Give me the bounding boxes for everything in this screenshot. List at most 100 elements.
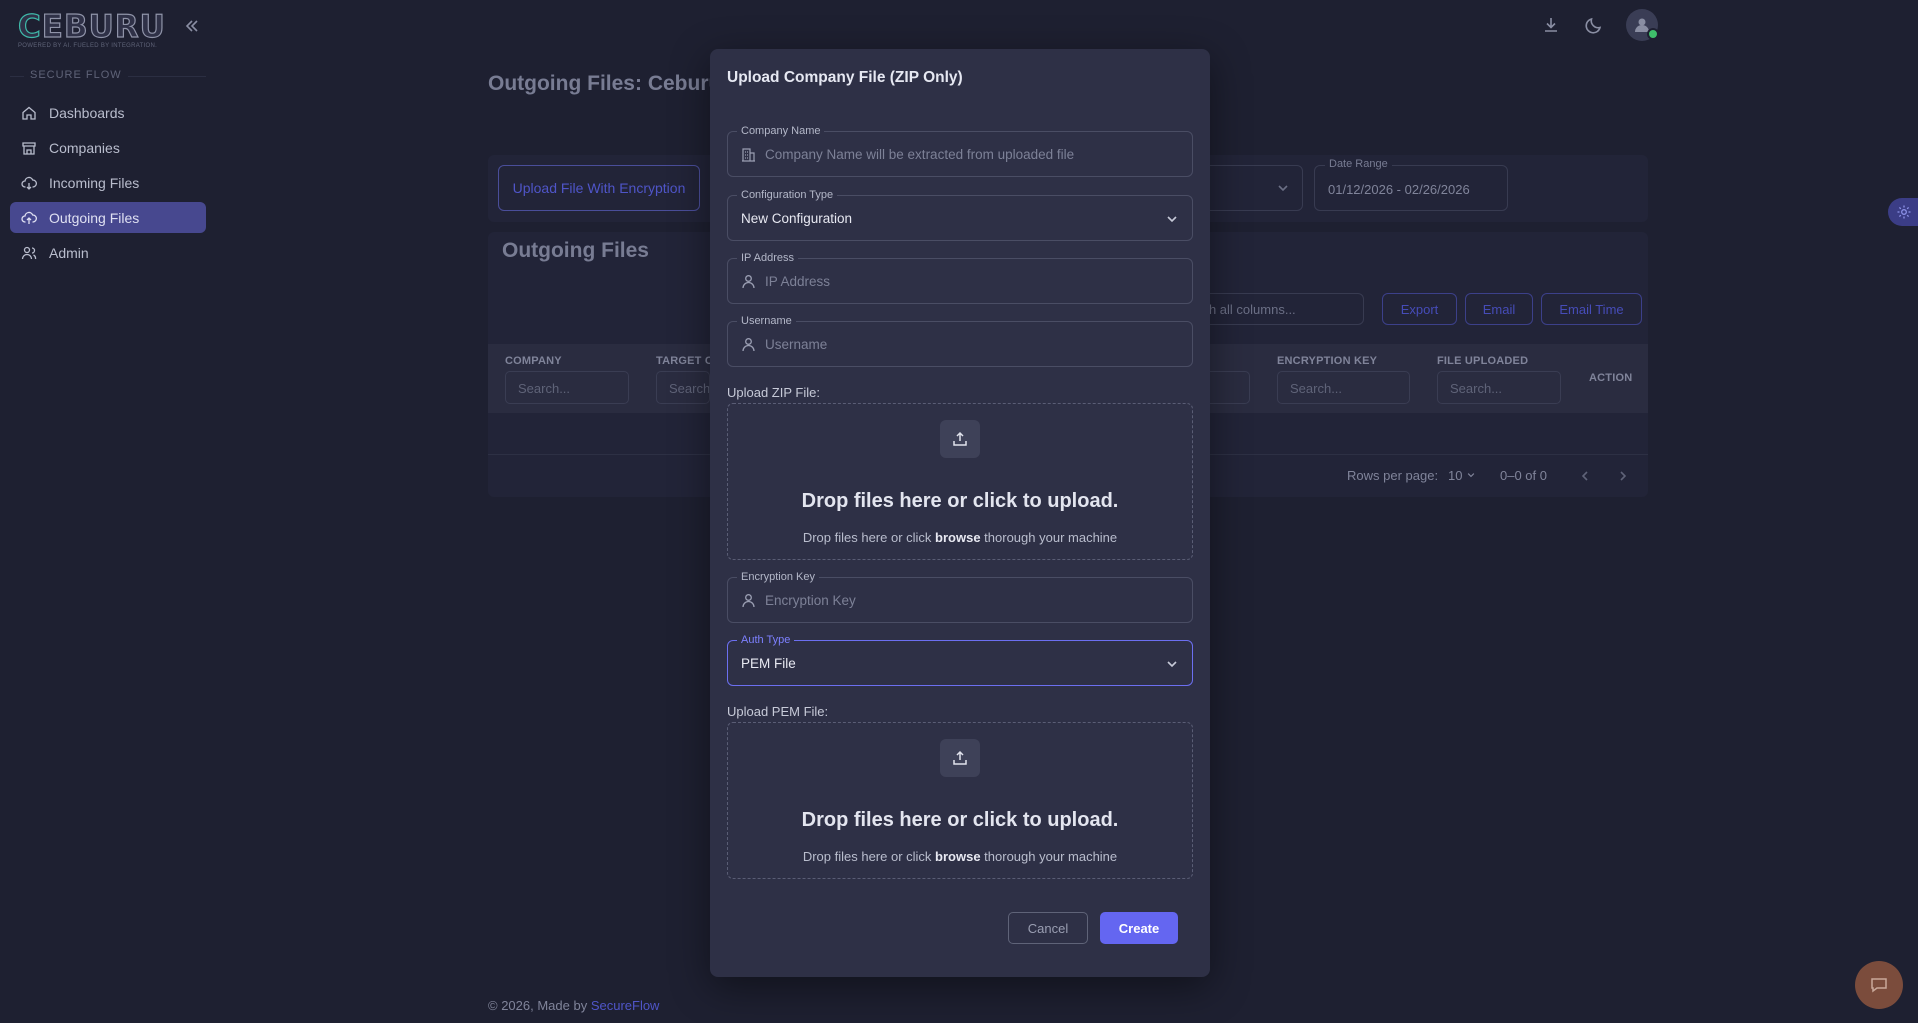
field-placeholder: Company Name will be extracted from uplo… [765,147,1075,162]
column-header-action: ACTION [1589,372,1633,384]
field-placeholder: IP Address [765,274,831,289]
dropzone-subtitle: Drop files here or click browse thorough… [728,530,1192,545]
encryption-key-search-input[interactable]: Search... [1277,371,1410,404]
auth-type-select[interactable]: Auth Type PEM File [727,633,1193,686]
chat-button[interactable] [1855,961,1903,1009]
pagination-count: 0–0 of 0 [1500,468,1547,483]
dropzone-subtitle-text: Drop files here or click [802,530,936,545]
download-icon[interactable] [1540,14,1562,36]
sidebar-item-admin[interactable]: Admin [10,237,206,268]
field-placeholder: Username [765,337,828,352]
upload-zip-label: Upload ZIP File: [727,385,820,400]
date-range-value: 01/12/2026 - 02/26/2026 [1328,182,1470,197]
sidebar-item-outgoing-files[interactable]: Outgoing Files [10,202,206,233]
sidebar-item-companies[interactable]: Companies [10,132,206,163]
date-range-label: Date Range [1325,158,1392,170]
field-value: PEM File [741,656,796,671]
search-all-columns-input[interactable]: Search all columns... [1186,293,1364,325]
field-placeholder: Encryption Key [765,593,856,608]
field-label: Company Name [737,124,825,138]
sidebar-item-dashboards[interactable]: Dashboards [10,97,206,128]
browse-link[interactable]: browse [935,530,981,545]
column-header-target[interactable]: TARGET C [656,355,713,367]
sidebar-item-incoming-files[interactable]: Incoming Files [10,167,206,198]
footer-link[interactable]: SecureFlow [591,998,660,1013]
field-label: Configuration Type [737,188,838,202]
rows-per-page-value: 10 [1448,468,1463,483]
date-range-field[interactable]: Date Range 01/12/2026 - 02/26/2026 [1314,158,1508,211]
sidebar-item-label: Dashboards [49,104,125,121]
cloud-upload-icon [21,211,37,224]
customizer-toggle[interactable] [1888,198,1918,226]
browse-link[interactable]: browse [935,849,981,864]
field-label: Auth Type [737,633,795,647]
upload-icon [940,420,980,458]
chevron-down-icon [1167,216,1177,223]
logo-letter: C [17,9,42,45]
target-search-input[interactable]: Search [656,371,710,404]
upload-pem-label: Upload PEM File: [727,704,829,719]
ip-address-field[interactable]: IP Address IP Address [727,251,1193,304]
upload-file-with-encryption-button[interactable]: Upload File With Encryption [498,165,700,211]
chevron-down-icon [1278,185,1288,192]
dropzone-title: Drop files here or click to upload. [801,490,1119,512]
moon-icon[interactable] [1583,14,1605,36]
users-icon [21,246,37,259]
configuration-type-select[interactable]: Configuration Type New Configuration [727,188,1193,241]
field-label: Username [737,314,796,328]
store-icon [22,141,36,155]
export-button[interactable]: Export [1382,293,1457,325]
upload-icon [940,739,980,777]
dropzone-subtitle: Drop files here or click browse thorough… [728,849,1192,864]
logo[interactable]: CEBURU POWERED BY AI. FUELED BY INTEGRAT… [17,9,166,49]
create-button[interactable]: Create [1100,912,1178,944]
filter-select[interactable] [1196,165,1303,211]
chevron-right-icon[interactable] [1616,469,1630,483]
pem-dropzone[interactable]: Drop files here or click to upload. Drop… [727,722,1193,879]
footer-text: © 2026, Made by [488,998,591,1013]
rows-per-page-select[interactable]: 10 [1448,468,1476,483]
sidebar-item-label: Incoming Files [49,174,140,191]
zip-dropzone[interactable]: Drop files here or click to upload. Drop… [727,403,1193,560]
avatar[interactable] [1626,9,1659,41]
encryption-key-field[interactable]: Encryption Key Encryption Key [727,570,1193,623]
user-icon [742,275,755,289]
sidebar-item-label: Outgoing Files [49,209,140,226]
chevron-left-icon[interactable] [1578,469,1592,483]
user-icon [742,338,755,352]
rows-per-page-label: Rows per page: [1347,468,1439,483]
username-field[interactable]: Username Username [727,314,1193,367]
modal-title: Upload Company File (ZIP Only) [727,69,963,86]
home-icon [22,106,36,120]
table-title: Outgoing Files [502,239,649,262]
logo-tagline: POWERED BY AI. FUELED BY INTEGRATION. [18,43,158,49]
sidebar: CEBURU POWERED BY AI. FUELED BY INTEGRAT… [0,0,216,1023]
online-status-indicator [1647,28,1659,40]
dropzone-subtitle-text: Drop files here or click [802,849,936,864]
column-header-file-uploaded[interactable]: FILE UPLOADED [1437,355,1528,367]
company-name-field[interactable]: Company Name Company Name will be extrac… [727,124,1193,177]
email-time-button[interactable]: Email Time [1541,293,1642,325]
chevron-down-icon [1167,661,1177,668]
chat-icon [1871,978,1887,993]
column-header-encryption-key[interactable]: ENCRYPTION KEY [1277,355,1377,367]
field-label: Encryption Key [737,570,819,584]
topbar-actions [1540,9,1659,41]
dropzone-title: Drop files here or click to upload. [801,809,1119,831]
sidebar-item-label: Companies [49,139,120,156]
file-uploaded-search-input[interactable]: Search... [1437,371,1561,404]
gear-icon [1897,205,1911,219]
field-value: New Configuration [741,211,853,226]
logo-text: EBURU [41,9,166,45]
dropzone-subtitle-text: thorough your machine [980,530,1118,545]
collapse-sidebar-icon[interactable] [181,16,201,36]
footer: © 2026, Made by SecureFlow [488,998,659,1013]
dropzone-subtitle-text: thorough your machine [980,849,1118,864]
company-search-input[interactable]: Search... [505,371,629,404]
email-button[interactable]: Email [1465,293,1533,325]
sidebar-nav: Dashboards Companies Incoming Files Outg… [10,97,206,272]
building-icon [742,148,755,162]
chevron-down-icon [1467,473,1475,478]
cancel-button[interactable]: Cancel [1008,912,1088,944]
column-header-company[interactable]: COMPANY [505,355,562,367]
